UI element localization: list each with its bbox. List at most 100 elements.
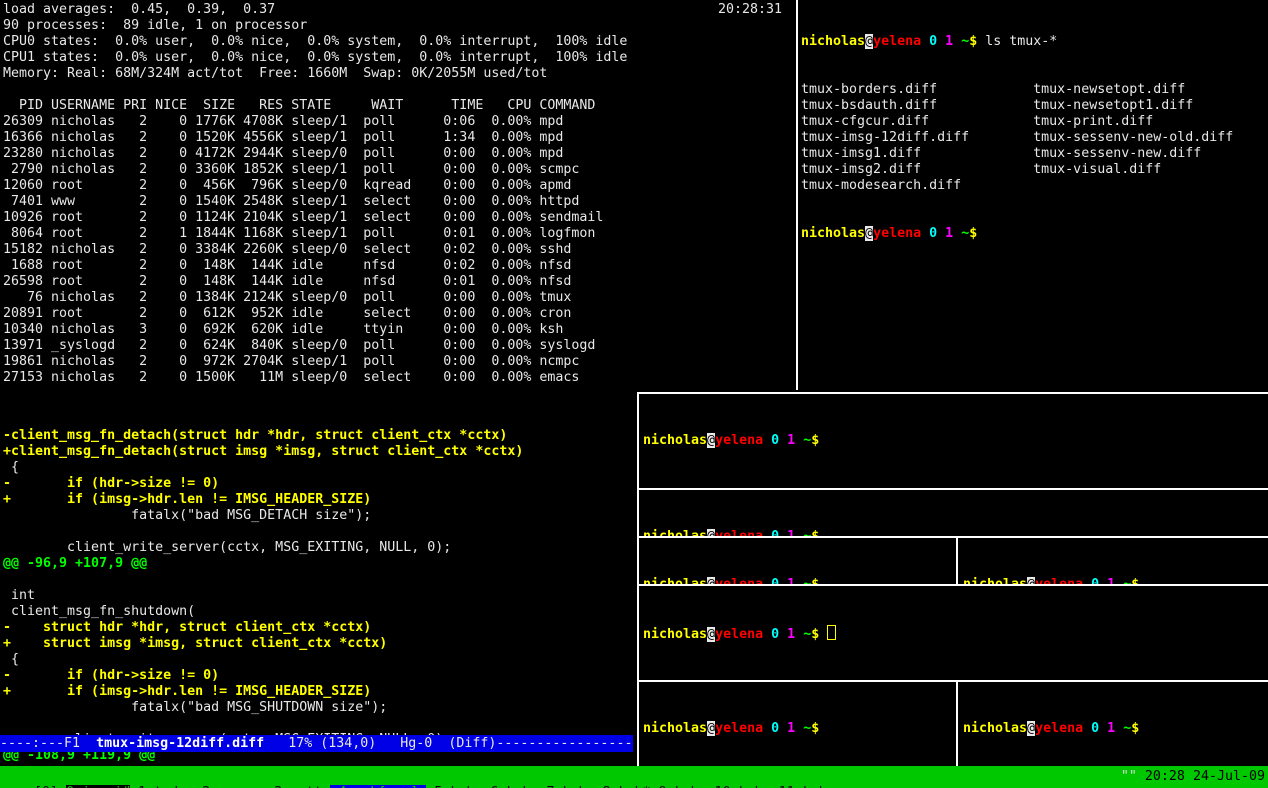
pane-border-vertical-top (796, 0, 798, 390)
prompt-segment (779, 721, 787, 736)
shell-prompt-line: nicholas@yelena 0 1 ~$ (643, 433, 1268, 449)
prompt-segment: 0 (929, 34, 937, 49)
status-clock: 20:28 24-Jul-09 (1145, 769, 1265, 784)
prompt-segment: 0 (771, 577, 779, 584)
prompt-segment: nicholas (643, 627, 707, 642)
diff-line-context: fatalx("bad MSG_SHUTDOWN size"); (3, 700, 635, 716)
prompt-segment: $ (969, 226, 977, 241)
prompt-segment: yelena (1035, 721, 1083, 736)
prompt-segment (763, 433, 771, 448)
process-table-row: 7401 www 2 0 1540K 2548K sleep/1 select … (3, 194, 794, 210)
prompt-segment: ~ (803, 721, 811, 736)
process-table-row: 19861 nicholas 2 0 972K 2704K sleep/1 po… (3, 354, 794, 370)
prompt-segment: @ (707, 627, 715, 642)
prompt-segment: @ (865, 226, 873, 241)
ls-output-line: tmux-imsg2.diff tmux-visual.diff (801, 162, 1266, 178)
modeline-info: 17% (134,0) Hg-0 (Diff)----------------- (264, 736, 632, 751)
diff-line-added: + if (imsg->hdr.len != IMSG_HEADER_SIZE) (3, 684, 635, 700)
prompt-segment (953, 226, 961, 241)
ls-output-line: tmux-modesearch.diff (801, 178, 1266, 194)
prompt-segment: yelena (1035, 577, 1083, 584)
prompt-segment (1083, 577, 1091, 584)
prompt-segment: 0 (1091, 721, 1099, 736)
diff-line-context: { (3, 652, 635, 668)
process-table-row: 8064 root 2 1 1844K 1168K sleep/1 poll 0… (3, 226, 794, 242)
prompt-segment (953, 34, 961, 49)
pane-shell-1[interactable]: nicholas@yelena 0 1 ~$ (639, 394, 1268, 488)
process-table-row: 20891 root 2 0 612K 952K idle select 0:0… (3, 306, 794, 322)
pane-shell-4[interactable]: nicholas@yelena 0 1 ~$ (959, 538, 1268, 584)
process-table-row: 27153 nicholas 2 0 1500K 11M sleep/0 sel… (3, 370, 794, 386)
prompt-segment: 0 (771, 529, 779, 536)
prompt-segment: ~ (1123, 721, 1131, 736)
prompt-segment: $ (811, 433, 819, 448)
prompt-segment: nicholas (963, 577, 1027, 584)
prompt-segment (795, 721, 803, 736)
process-table-row: 15182 nicholas 2 0 3384K 2260K sleep/0 s… (3, 242, 794, 258)
prompt-segment: $ (811, 529, 819, 536)
diff-line-removed: - if (hdr->size != 0) (3, 668, 635, 684)
diff-line-context: client_msg_fn_shutdown( (3, 604, 635, 620)
prompt-segment (763, 529, 771, 536)
diff-line-blank (3, 524, 635, 540)
pane-shell-2[interactable]: nicholas@yelena 0 1 ~$ (639, 490, 1268, 536)
pane-shell-7[interactable]: nicholas@yelena 0 1 ~$ (959, 682, 1268, 766)
prompt-segment: @ (707, 577, 715, 584)
diff-line-context: { (3, 460, 635, 476)
top-summary-line: load averages: 0.45, 0.39, 0.3720:28:31 (3, 2, 794, 18)
status-right: "" 20:28 24-Jul-09 (1121, 769, 1265, 785)
prompt-segment: nicholas (963, 721, 1027, 736)
prompt-segment (779, 577, 787, 584)
prompt-segment: 1 (787, 627, 795, 642)
prompt-segment: $ (811, 577, 819, 584)
prompt-segment: ~ (803, 627, 811, 642)
prompt-segment: @ (1027, 721, 1035, 736)
prompt-segment (795, 433, 803, 448)
terminal-cursor (827, 625, 836, 640)
prompt-segment: $ (1131, 577, 1139, 584)
prompt-segment: 1 (1107, 721, 1115, 736)
pane-emacs-diff[interactable]: -client_msg_fn_detach(struct hdr *hdr, s… (0, 392, 635, 766)
process-table-row: 10926 root 2 0 1124K 2104K sleep/1 selec… (3, 210, 794, 226)
diff-line-hunk: @@ -96,9 +107,9 @@ (3, 556, 635, 572)
prompt-segment: 1 (787, 721, 795, 736)
prompt-segment: nicholas (643, 529, 707, 536)
pane-shell-ls[interactable]: nicholas@yelena 0 1 ~$ ls tmux-* tmux-bo… (801, 2, 1266, 390)
prompt-segment: ~ (961, 226, 969, 241)
prompt-segment (795, 529, 803, 536)
prompt-segment: yelena (715, 529, 763, 536)
prompt-segment (921, 226, 929, 241)
prompt-segment: $ (811, 721, 819, 736)
prompt-segment (763, 627, 771, 642)
top-summary-line: CPU0 states: 0.0% user, 0.0% nice, 0.0% … (3, 34, 794, 50)
prompt-segment: @ (707, 433, 715, 448)
diff-line-context: fatalx("bad MSG_DETACH size"); (3, 508, 635, 524)
pane-shell-3[interactable]: nicholas@yelena 0 1 ~$ (639, 538, 956, 584)
prompt-segment: 0 (771, 627, 779, 642)
prompt-segment (937, 34, 945, 49)
prompt-segment (1115, 577, 1123, 584)
prompt-segment: $ (1131, 721, 1139, 736)
prompt-segment: yelena (715, 627, 763, 642)
prompt-segment: 0 (771, 433, 779, 448)
prompt-segment: nicholas (643, 577, 707, 584)
prompt-segment: 1 (1107, 577, 1115, 584)
diff-line-blank (3, 572, 635, 588)
ls-output-line: tmux-bsdauth.diff tmux-newsetopt1.diff (801, 98, 1266, 114)
pane-shell-5-active[interactable]: nicholas@yelena 0 1 ~$ (639, 586, 1268, 680)
process-table-row: 26309 nicholas 2 0 1776K 4708K sleep/1 p… (3, 114, 794, 130)
prompt-segment: nicholas (643, 433, 707, 448)
prompt-segment (921, 34, 929, 49)
status-pane-title: "" (1121, 769, 1145, 784)
process-table-row: 76 nicholas 2 0 1384K 2124K sleep/0 poll… (3, 290, 794, 306)
prompt-segment: nicholas (801, 34, 865, 49)
shell-prompt-line: nicholas@yelena 0 1 ~$ (643, 625, 1268, 641)
prompt-segment: yelena (715, 577, 763, 584)
process-table-row: 26598 root 2 0 148K 144K idle nfsd 0:01 … (3, 274, 794, 290)
prompt-segment (779, 433, 787, 448)
pane-top-process-monitor[interactable]: load averages: 0.45, 0.39, 0.3720:28:319… (3, 2, 794, 390)
prompt-segment (763, 577, 771, 584)
pane-shell-6[interactable]: nicholas@yelena 0 1 ~$ (639, 682, 956, 766)
prompt-segment: 0 (929, 226, 937, 241)
prompt-segment: nicholas (801, 226, 865, 241)
